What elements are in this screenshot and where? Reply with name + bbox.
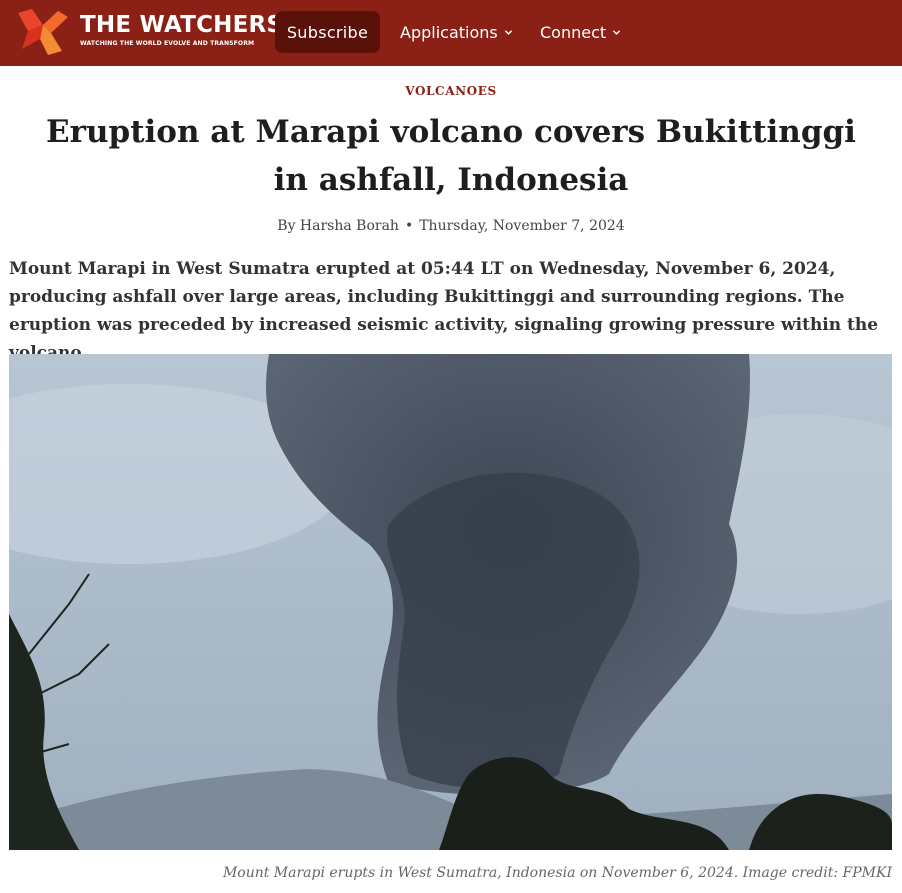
- site-logo-link[interactable]: THE WATCHERS WATCHING THE WORLD EVOLVE A…: [18, 9, 283, 55]
- article-category-link[interactable]: VOLCANOES: [0, 84, 902, 98]
- article-lead: Mount Marapi in West Sumatra erupted at …: [9, 259, 879, 363]
- site-header: THE WATCHERS WATCHING THE WORLD EVOLVE A…: [0, 0, 902, 66]
- site-tagline: WATCHING THE WORLD EVOLVE AND TRANSFORM: [80, 40, 255, 47]
- article-byline: By Harsha Borah • Thursday, November 7, 20…: [0, 218, 902, 234]
- chevron-down-icon: [612, 29, 621, 35]
- nav-item-label: Applications: [400, 22, 498, 42]
- byline-separator: •: [404, 218, 414, 234]
- subscribe-label: Subscribe: [286, 22, 369, 42]
- article-title: Eruption at Marapi volcano covers Bukitt…: [46, 114, 856, 198]
- nav-item-connect[interactable]: Connect: [540, 21, 621, 43]
- nav-item-applications[interactable]: Applications: [400, 21, 513, 43]
- author-link[interactable]: By Harsha Borah: [277, 218, 399, 234]
- publish-date: Thursday, November 7, 2024: [419, 218, 625, 234]
- chevron-down-icon: [504, 29, 512, 35]
- subscribe-button[interactable]: Subscribe: [275, 11, 380, 53]
- article-photo: [9, 354, 892, 850]
- watchers-logo-icon: [18, 9, 68, 55]
- image-caption: Mount Marapi erupts in West Sumatra, Ind…: [222, 865, 892, 881]
- site-name: THE WATCHERS: [80, 12, 284, 38]
- eruption-photo-image: [9, 354, 892, 850]
- nav-item-label: Connect: [540, 22, 607, 42]
